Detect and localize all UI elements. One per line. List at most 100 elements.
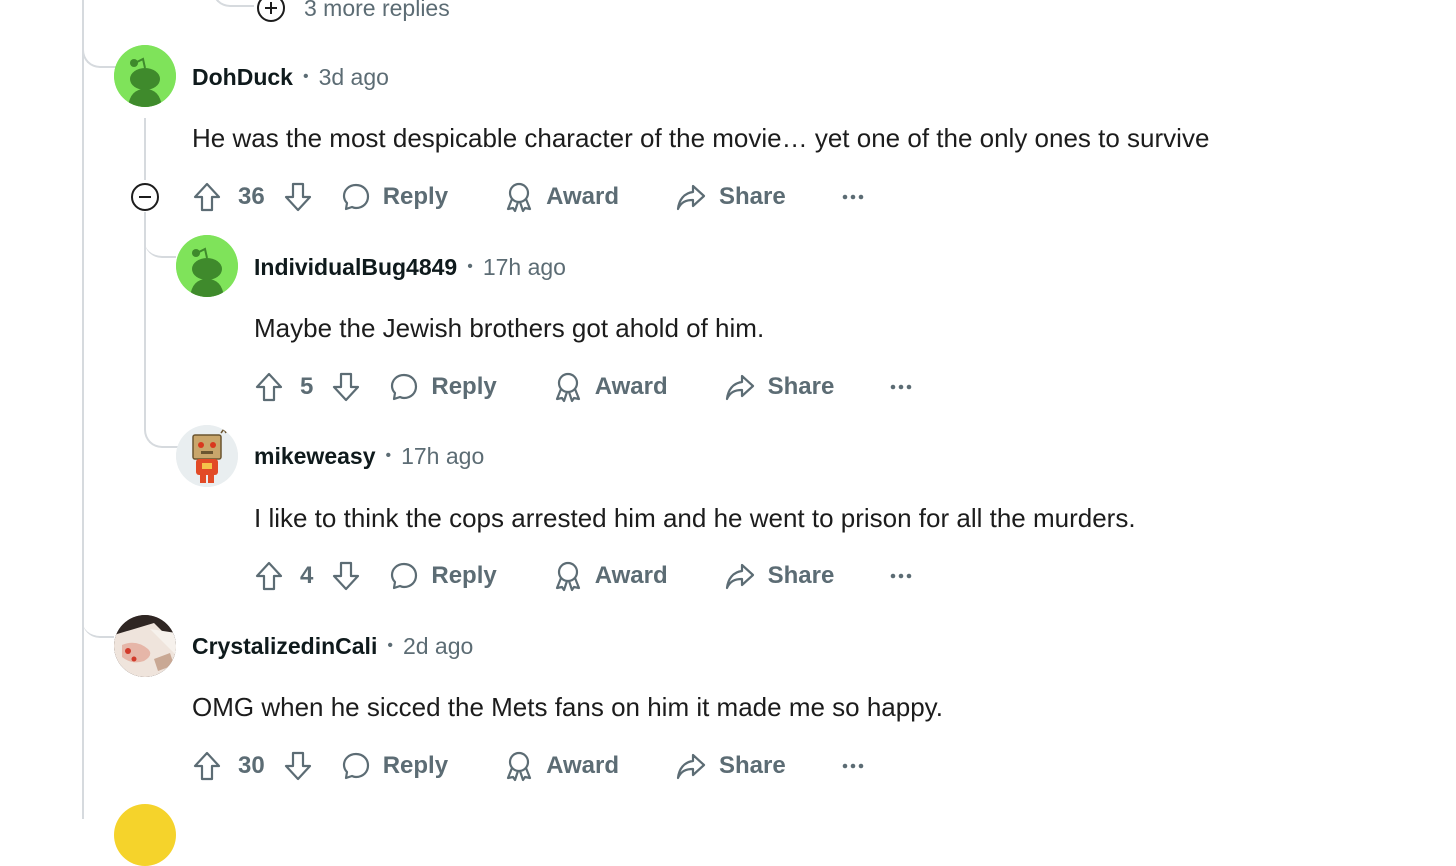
- avatar[interactable]: [114, 615, 176, 677]
- downvote-button[interactable]: [331, 561, 361, 591]
- avatar[interactable]: [176, 235, 238, 297]
- award-ribbon-icon: [555, 372, 580, 403]
- award-button[interactable]: Award: [504, 181, 619, 213]
- downvote-arrow-icon: [333, 372, 360, 402]
- comment-author[interactable]: DohDuck: [192, 64, 293, 91]
- comment-author[interactable]: mikeweasy: [254, 443, 375, 470]
- comment-actions: 5 Reply Award Share: [254, 365, 912, 409]
- award-button[interactable]: Award: [553, 371, 668, 403]
- share-button[interactable]: Share: [724, 561, 835, 591]
- share-label: Share: [718, 752, 786, 779]
- comment-bubble-icon: [342, 183, 369, 211]
- comment-body: I like to think the cops arrested him an…: [254, 503, 1136, 533]
- avatar[interactable]: [114, 804, 176, 866]
- comment-bubble-icon: [391, 562, 418, 590]
- reply-label: Reply: [382, 752, 449, 779]
- award-button[interactable]: Award: [553, 560, 668, 592]
- vote-score: 36: [238, 183, 265, 210]
- downvote-button[interactable]: [283, 182, 313, 212]
- award-button[interactable]: Award: [504, 750, 619, 782]
- meta-separator: •: [467, 258, 473, 275]
- upvote-arrow-icon: [193, 751, 221, 781]
- upvote-arrow-icon: [255, 372, 283, 402]
- ellipsis-icon: [842, 763, 863, 769]
- thread-connector-reply-2: [144, 410, 178, 448]
- comment-bubble-icon: [342, 752, 369, 780]
- more-replies-label: 3 more replies: [304, 0, 450, 21]
- thread-connector-comment-1: [82, 30, 116, 68]
- snoo-green-avatar-icon: [176, 235, 238, 297]
- award-label: Award: [546, 183, 619, 210]
- meta-separator: •: [302, 68, 309, 85]
- comment-meta: IndividualBug4849 • 17h ago: [254, 252, 566, 282]
- award-label: Award: [594, 373, 668, 400]
- share-button[interactable]: Share: [675, 751, 786, 781]
- share-label: Share: [767, 562, 835, 589]
- comment-body: Maybe the Jewish brothers got ahold of h…: [254, 313, 765, 343]
- snoo-green-avatar-icon: [114, 45, 176, 107]
- reply-button[interactable]: Reply: [341, 751, 448, 781]
- share-arrow-icon: [676, 184, 706, 211]
- comment-body: OMG when he sicced the Mets fans on him …: [192, 692, 943, 722]
- reply-label: Reply: [382, 183, 449, 210]
- thread-connector-more: [212, 0, 254, 7]
- award-ribbon-icon: [506, 182, 532, 213]
- upvote-button[interactable]: [192, 751, 222, 781]
- reply-button[interactable]: Reply: [341, 182, 448, 212]
- upvote-arrow-icon: [255, 561, 283, 591]
- robot-box-avatar-icon: [176, 425, 238, 487]
- comment-actions: 30 Reply Award Share: [192, 744, 864, 788]
- comment-timestamp[interactable]: 2d ago: [403, 633, 473, 660]
- downvote-button[interactable]: [283, 751, 313, 781]
- downvote-arrow-icon: [333, 561, 360, 591]
- collapse-minus-icon: [131, 183, 159, 211]
- thread-line-comment-1: [144, 118, 146, 180]
- more-options-button[interactable]: [890, 383, 912, 391]
- avatar[interactable]: [114, 45, 176, 107]
- share-arrow-icon: [725, 374, 754, 401]
- upvote-button[interactable]: [254, 372, 284, 402]
- more-options-button[interactable]: [842, 762, 864, 770]
- comment-author[interactable]: CrystalizedinCali: [192, 633, 377, 660]
- share-arrow-icon: [725, 563, 754, 590]
- ellipsis-icon: [891, 573, 912, 579]
- reply-button[interactable]: Reply: [389, 372, 497, 402]
- collapse-thread-button[interactable]: [130, 182, 160, 212]
- comment-body: He was the most despicable character of …: [192, 123, 1210, 153]
- vote-score: 5: [300, 373, 314, 400]
- thread-connector-reply-1: [144, 220, 176, 258]
- upvote-button[interactable]: [254, 561, 284, 591]
- more-replies-link[interactable]: 3 more replies: [256, 0, 450, 24]
- comment-actions: 36 Reply Award Share: [192, 175, 864, 219]
- comment-author[interactable]: IndividualBug4849: [254, 254, 457, 281]
- comment-timestamp[interactable]: 17h ago: [483, 254, 566, 281]
- meta-separator: •: [387, 637, 393, 654]
- reply-button[interactable]: Reply: [389, 561, 497, 591]
- avatar[interactable]: [176, 425, 238, 487]
- award-label: Award: [546, 752, 619, 779]
- award-ribbon-icon: [555, 561, 580, 592]
- more-options-button[interactable]: [890, 572, 912, 580]
- comment-meta: mikeweasy • 17h ago: [254, 441, 484, 471]
- comment-bubble-icon: [391, 373, 418, 401]
- award-ribbon-icon: [506, 751, 532, 782]
- thread-connector-comment-4: [82, 600, 114, 638]
- share-button[interactable]: Share: [675, 182, 786, 212]
- expand-plus-icon: [256, 0, 286, 23]
- photo-avatar-icon: [114, 615, 176, 677]
- more-options-button[interactable]: [842, 193, 864, 201]
- comment-meta: CrystalizedinCali • 2d ago: [192, 631, 473, 661]
- comment-timestamp[interactable]: 17h ago: [401, 443, 484, 470]
- downvote-arrow-icon: [284, 182, 311, 212]
- upvote-button[interactable]: [192, 182, 222, 212]
- downvote-arrow-icon: [284, 751, 311, 781]
- vote-score: 4: [300, 562, 314, 589]
- comment-actions: 4 Reply Award Share: [254, 554, 912, 598]
- upvote-arrow-icon: [193, 182, 221, 212]
- downvote-button[interactable]: [331, 372, 361, 402]
- share-button[interactable]: Share: [724, 372, 834, 402]
- comment-timestamp[interactable]: 3d ago: [319, 64, 389, 91]
- comment-meta: DohDuck • 3d ago: [192, 62, 389, 92]
- reply-label: Reply: [431, 373, 497, 400]
- share-label: Share: [718, 183, 786, 210]
